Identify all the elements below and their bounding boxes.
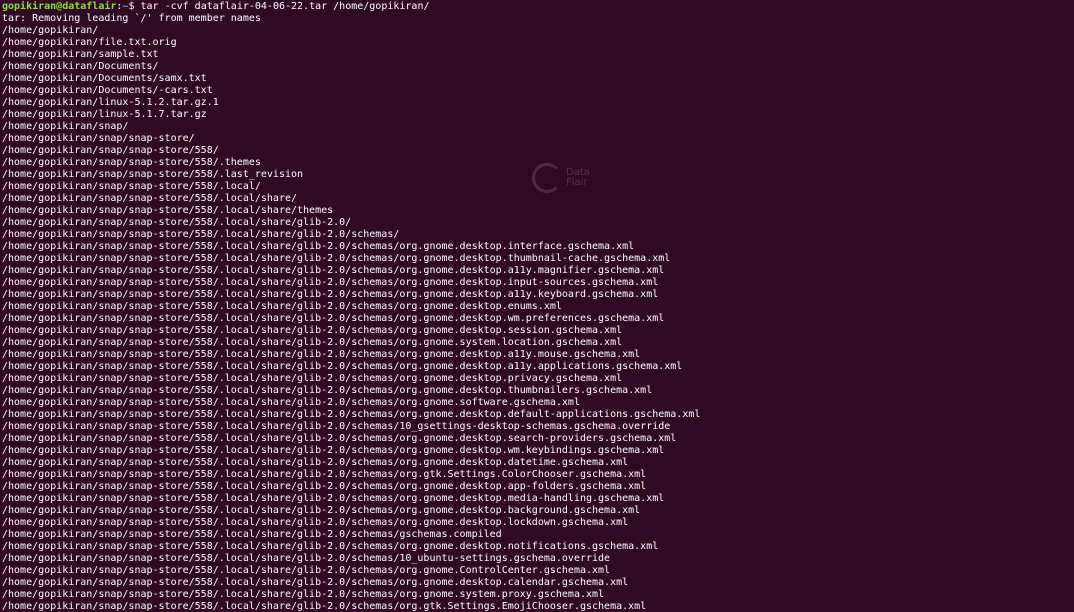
output-line: /home/gopikiran/snap/snap-store/558/.loc… bbox=[2, 325, 623, 336]
output-line: /home/gopikiran/snap/snap-store/558/.loc… bbox=[2, 217, 352, 228]
output-line: /home/gopikiran/snap/snap-store/558/.loc… bbox=[2, 433, 677, 444]
output-line: /home/gopikiran/snap/snap-store/558/.loc… bbox=[2, 337, 623, 348]
output-line: /home/gopikiran/snap/snap-store/558/.loc… bbox=[2, 409, 701, 420]
output-line: /home/gopikiran/snap/ bbox=[2, 121, 129, 132]
prompt-symbol: $ bbox=[128, 1, 141, 12]
output-line: /home/gopikiran/snap/snap-store/558/.loc… bbox=[2, 265, 665, 276]
output-line: /home/gopikiran/Documents/samx.txt bbox=[2, 73, 207, 84]
output-line: /home/gopikiran/snap/snap-store/558/.loc… bbox=[2, 385, 653, 396]
output-line: /home/gopikiran/snap/snap-store/558/.loc… bbox=[2, 205, 334, 216]
output-line: /home/gopikiran/snap/snap-store/558/.loc… bbox=[2, 289, 659, 300]
output-line: /home/gopikiran/snap/snap-store/558/.loc… bbox=[2, 361, 683, 372]
output-line: /home/gopikiran/snap/snap-store/558/.loc… bbox=[2, 601, 647, 612]
command-text: tar -cvf dataflair-04-06-22.tar /home/go… bbox=[140, 1, 430, 12]
output-line: /home/gopikiran/snap/snap-store/558/.loc… bbox=[2, 577, 629, 588]
output-line: /home/gopikiran/snap/snap-store/558/.loc… bbox=[2, 565, 611, 576]
output-line: /home/gopikiran/Documents/-cars.txt bbox=[2, 85, 213, 96]
output-line: tar: Removing leading `/' from member na… bbox=[2, 13, 261, 24]
output-line: /home/gopikiran/snap/snap-store/558/.loc… bbox=[2, 397, 580, 408]
output-line: /home/gopikiran/snap/snap-store/558/.loc… bbox=[2, 349, 641, 360]
output-line: /home/gopikiran/snap/snap-store/558/.loc… bbox=[2, 229, 400, 240]
watermark-text: Data Flair bbox=[566, 168, 590, 188]
output-line: /home/gopikiran/snap/snap-store/558/.loc… bbox=[2, 421, 671, 432]
output-line: /home/gopikiran/linux-5.1.2.tar.gz.1 bbox=[2, 97, 219, 108]
output-line: /home/gopikiran/snap/snap-store/558/.loc… bbox=[2, 481, 647, 492]
output-line: /home/gopikiran/snap/snap-store/558/.loc… bbox=[2, 241, 635, 252]
output-line: /home/gopikiran/snap/snap-store/558/.loc… bbox=[2, 469, 647, 480]
output-line: /home/gopikiran/file.txt.orig bbox=[2, 37, 177, 48]
output-line: /home/gopikiran/sample.txt bbox=[2, 49, 159, 60]
output-line: /home/gopikiran/snap/snap-store/558/ bbox=[2, 145, 219, 156]
prompt-user-host: gopikiran@dataflair bbox=[2, 1, 117, 12]
output-line: /home/gopikiran/snap/snap-store/558/.loc… bbox=[2, 193, 298, 204]
output-line: /home/gopikiran/snap/snap-store/ bbox=[2, 133, 195, 144]
output-line: /home/gopikiran/snap/snap-store/558/.loc… bbox=[2, 445, 665, 456]
output-line: /home/gopikiran/snap/snap-store/558/.loc… bbox=[2, 313, 665, 324]
output-line: /home/gopikiran/ bbox=[2, 25, 99, 36]
output-line: /home/gopikiran/snap/snap-store/558/.loc… bbox=[2, 301, 562, 312]
watermark-text-line: Flair bbox=[566, 177, 588, 188]
output-line: /home/gopikiran/snap/snap-store/558/.loc… bbox=[2, 277, 659, 288]
output-line: /home/gopikiran/snap/snap-store/558/.loc… bbox=[2, 517, 629, 528]
prompt-line: gopikiran@dataflair:~$ tar -cvf dataflai… bbox=[2, 1, 1074, 13]
output-line: /home/gopikiran/snap/snap-store/558/.loc… bbox=[2, 541, 659, 552]
watermark-logo: Data Flair bbox=[532, 163, 590, 193]
output-line: /home/gopikiran/snap/snap-store/558/.loc… bbox=[2, 589, 605, 600]
output-line: /home/gopikiran/snap/snap-store/558/.loc… bbox=[2, 493, 665, 504]
output-line: /home/gopikiran/snap/snap-store/558/.loc… bbox=[2, 505, 641, 516]
terminal-window[interactable]: gopikiran@dataflair:~$ tar -cvf dataflai… bbox=[0, 0, 1074, 612]
output-line: /home/gopikiran/snap/snap-store/558/.loc… bbox=[2, 253, 671, 264]
output-line: /home/gopikiran/snap/snap-store/558/.loc… bbox=[2, 553, 611, 564]
output-line: /home/gopikiran/Documents/ bbox=[2, 61, 159, 72]
dataflair-logo-icon bbox=[532, 163, 562, 193]
output-line: /home/gopikiran/snap/snap-store/558/.loc… bbox=[2, 373, 623, 384]
output-line: /home/gopikiran/snap/snap-store/558/.loc… bbox=[2, 457, 629, 468]
terminal-output: tar: Removing leading `/' from member na… bbox=[2, 13, 1074, 612]
output-line: /home/gopikiran/snap/snap-store/558/.loc… bbox=[2, 529, 502, 540]
output-line: /home/gopikiran/linux-5.1.7.tar.gz bbox=[2, 109, 207, 120]
